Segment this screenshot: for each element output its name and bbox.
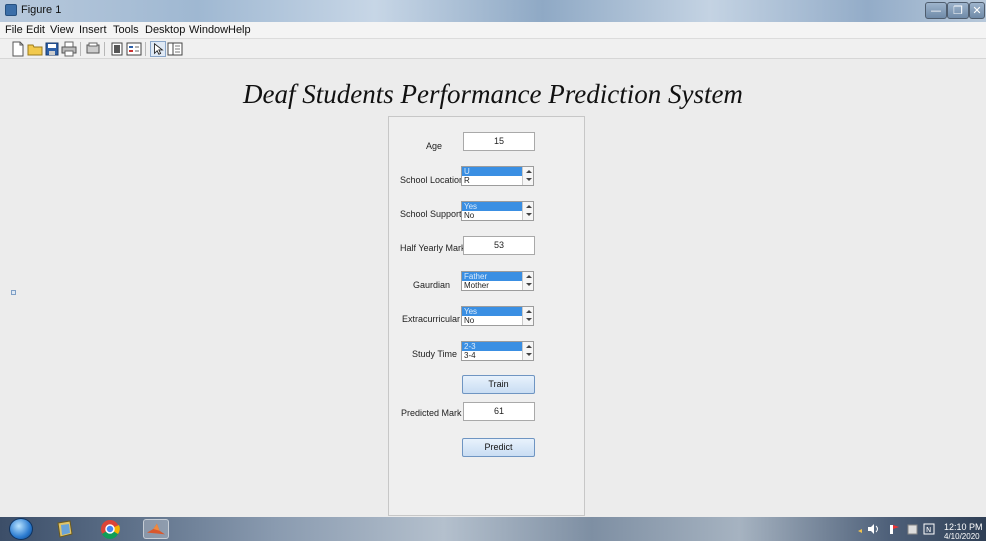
menu-file[interactable]: File [5, 24, 23, 36]
window-title: Figure 1 [21, 4, 62, 16]
menu-insert[interactable]: Insert [79, 24, 107, 36]
toolbar-separator [80, 42, 81, 56]
scroll-up-icon[interactable] [526, 170, 532, 173]
menu-desktop[interactable]: Desktop [145, 24, 185, 36]
input-panel: Age 15 School Location U R School Suppor… [388, 116, 585, 516]
maximize-button[interactable]: ❐ [947, 2, 969, 19]
system-tray[interactable]: N [856, 523, 936, 535]
study-time-listbox[interactable]: 2-3 3-4 [461, 341, 534, 361]
figure-window-icon [5, 4, 17, 16]
open-file-icon[interactable] [27, 41, 43, 57]
save-icon[interactable] [44, 41, 60, 57]
toolbar-separator [145, 42, 146, 56]
taskbar: N [0, 517, 986, 541]
chrome-icon[interactable] [97, 519, 123, 539]
list-option[interactable]: R [462, 176, 524, 185]
list-option[interactable]: U [462, 167, 524, 176]
train-button[interactable]: Train [462, 375, 535, 394]
school-location-label: School Location [400, 175, 465, 185]
school-support-label: School Support [400, 209, 462, 219]
list-option[interactable]: Mother [462, 281, 524, 290]
predicted-mark-label: Predicted Mark [401, 408, 462, 418]
listbox-scrollbar[interactable] [522, 342, 533, 360]
close-button[interactable]: ✕ [969, 2, 985, 19]
print-icon[interactable] [61, 41, 77, 57]
listbox-scrollbar[interactable] [522, 167, 533, 185]
half-yearly-input[interactable]: 53 [463, 236, 535, 255]
list-option[interactable]: Yes [462, 307, 524, 316]
svg-text:N: N [926, 526, 931, 534]
scroll-down-icon[interactable] [526, 178, 532, 181]
clock-date[interactable]: 4/10/2020 [944, 532, 980, 541]
title-bar: Figure 1 — ❐ ✕ [0, 0, 986, 22]
scroll-down-icon[interactable] [526, 318, 532, 321]
listbox-scrollbar[interactable] [522, 272, 533, 290]
school-location-listbox[interactable]: U R [461, 166, 534, 186]
menu-view[interactable]: View [50, 24, 74, 36]
new-figure-icon[interactable] [10, 41, 26, 57]
menu-help[interactable]: Help [228, 24, 251, 36]
print-preview-icon[interactable] [85, 41, 101, 57]
link-plot-icon[interactable] [109, 41, 125, 57]
start-button[interactable] [9, 518, 33, 540]
list-option[interactable]: No [462, 211, 524, 220]
clock-time[interactable]: 12:10 PM [944, 522, 983, 532]
scroll-up-icon[interactable] [526, 205, 532, 208]
insert-legend-icon[interactable] [126, 41, 142, 57]
scroll-down-icon[interactable] [526, 213, 532, 216]
guardian-label: Gaurdian [413, 280, 451, 290]
matlab-icon[interactable] [143, 519, 169, 539]
select-arrow-icon[interactable] [150, 41, 166, 57]
menu-window[interactable]: Window [189, 24, 228, 36]
scroll-down-icon[interactable] [526, 353, 532, 356]
figure-toolbar [0, 39, 986, 59]
guardian-listbox[interactable]: Father Mother [461, 271, 534, 291]
scroll-down-icon[interactable] [526, 283, 532, 286]
list-option[interactable]: Father [462, 272, 524, 281]
menu-edit[interactable]: Edit [26, 24, 45, 36]
scroll-up-icon[interactable] [526, 345, 532, 348]
list-option[interactable]: 2-3 [462, 342, 524, 351]
minimize-button[interactable]: — [925, 2, 947, 19]
extracurricular-listbox[interactable]: Yes No [461, 306, 534, 326]
list-option[interactable]: No [462, 316, 524, 325]
age-label: Age [426, 141, 443, 151]
study-time-label: Study Time [412, 349, 458, 359]
menu-bar: File Edit View Insert Tools Desktop Wind… [0, 22, 986, 39]
menu-tools[interactable]: Tools [113, 24, 139, 36]
listbox-scrollbar[interactable] [522, 307, 533, 325]
scroll-up-icon[interactable] [526, 310, 532, 313]
toolbar-separator [104, 42, 105, 56]
windows-explorer-icon[interactable] [52, 519, 78, 539]
page-title: Deaf Students Performance Prediction Sys… [243, 79, 743, 109]
age-input[interactable]: 15 [463, 132, 535, 151]
listbox-scrollbar[interactable] [522, 202, 533, 220]
resize-handle[interactable] [11, 290, 16, 295]
predicted-mark-output: 61 [463, 402, 535, 421]
list-option[interactable]: Yes [462, 202, 524, 211]
extracurricular-label: Extracurricular [402, 314, 461, 324]
property-inspector-icon[interactable] [167, 41, 183, 57]
half-yearly-label: Half Yearly Marks [400, 243, 471, 253]
list-option[interactable]: 3-4 [462, 351, 524, 360]
scroll-up-icon[interactable] [526, 275, 532, 278]
school-support-listbox[interactable]: Yes No [461, 201, 534, 221]
predict-button[interactable]: Predict [462, 438, 535, 457]
